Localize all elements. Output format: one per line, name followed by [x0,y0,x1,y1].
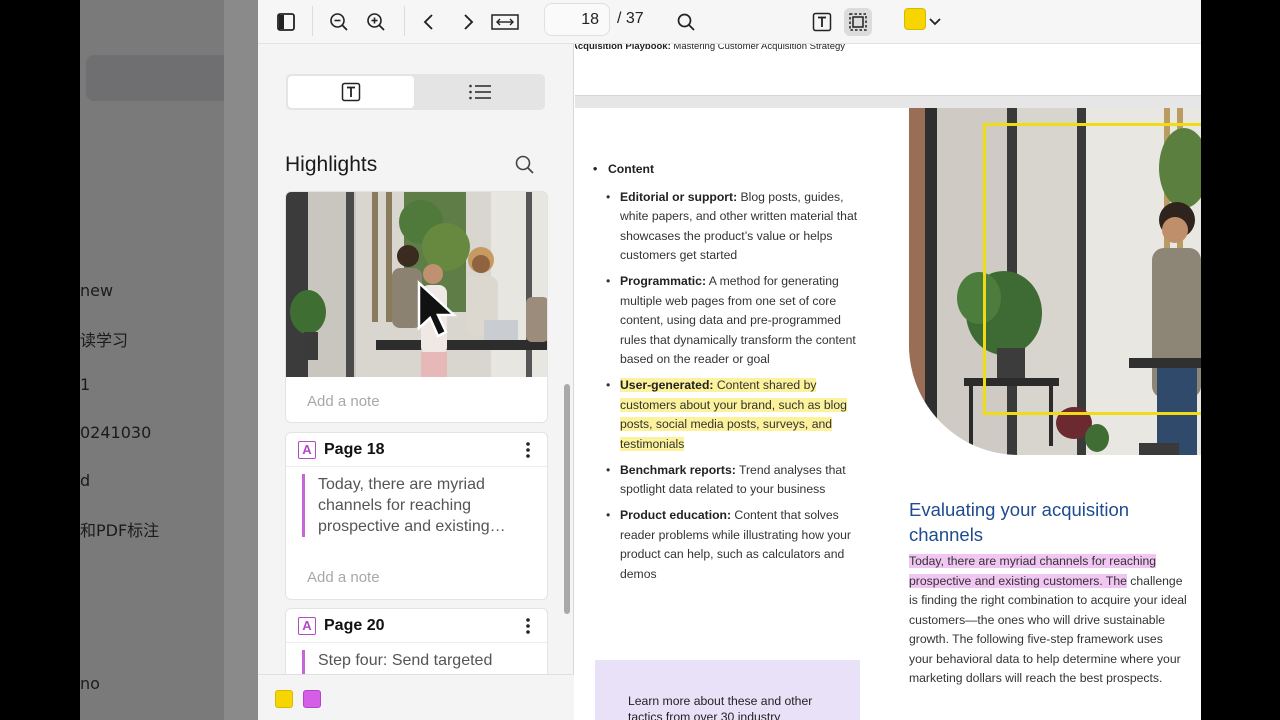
more-options-icon[interactable] [524,617,532,635]
callout-text: Learn more about these and other tactics… [628,694,813,720]
add-note-field[interactable]: Add a note [307,393,380,410]
fit-width-icon [491,14,519,30]
list-icon [468,84,491,100]
sidebar-item[interactable]: 1 [80,375,90,394]
section-title: Evaluating your acquisition channels [909,499,1130,545]
pdf-viewer-window: 18 / 37 Highlights Add a note A Page 18 … [258,0,1201,720]
panel-scrollbar[interactable] [564,384,570,614]
fit-width-button[interactable] [490,8,520,36]
sidebar-item[interactable]: d [80,471,90,490]
area-select-button[interactable] [844,8,872,36]
highlight-page-label: Page 18 [324,441,385,458]
area-highlight-frame[interactable] [983,123,1201,415]
section-body: Today, there are myriad channels for rea… [909,554,1187,685]
toolbar: 18 / 37 [258,0,1201,44]
panel-title: Highlights [285,153,378,176]
sidebar-item[interactable]: 读学习 [80,327,128,351]
zoom-out-button[interactable] [325,8,353,36]
next-page-button[interactable] [454,8,482,36]
toolbar-divider [312,6,313,36]
panel-search-button[interactable] [514,154,536,176]
purple-filter-swatch[interactable] [303,690,321,708]
purple-highlight[interactable]: Today, there are myriad channels for rea… [909,554,1157,588]
page-gap [575,96,1201,108]
more-options-icon[interactable] [524,441,532,459]
search-icon [677,13,695,31]
chevron-right-icon [464,14,474,30]
previous-page: Acquisition Playbook: Mastering Customer… [575,44,1201,96]
sidebar-item[interactable]: no [80,674,100,693]
background-app-sidebar: new 读学习 1 0241030 d 和PDF标注 no [80,0,258,720]
sidebar-icon [277,13,295,31]
sidebar-item[interactable]: 0241030 [80,423,151,442]
text-highlight-icon: A [298,441,316,459]
text-box-icon [341,82,361,102]
mouse-cursor-icon [417,280,458,338]
chevron-down-icon [929,18,941,26]
callout-box: Learn more about these and other tactics… [595,660,860,720]
sidebar-item[interactable]: 和PDF标注 [80,517,159,541]
zoom-out-icon [330,13,348,31]
background-window-edge [224,0,258,720]
highlight-card[interactable]: A Page 18 Today, there are myriad channe… [285,432,548,600]
content-column: Content Editorial or support: Blog posts… [593,160,863,584]
bullet-item: Product education: Content that solves r… [593,506,863,584]
bullet-item: Editorial or support: Blog posts, guides… [593,188,863,266]
tab-highlights[interactable] [288,76,414,108]
highlight-quote: Today, there are myriad channels for rea… [302,474,538,537]
sidebar-toggle-button[interactable] [272,8,300,36]
yellow-filter-swatch[interactable] [275,690,293,708]
page-number-input[interactable]: 18 [544,3,610,36]
panel-color-filter-bar [258,674,574,720]
bullet-heading: Content [593,160,863,180]
letterbox-right [1201,0,1280,720]
panel-view-switcher [286,74,545,110]
search-icon [515,155,534,174]
highlights-panel: Highlights Add a note A Page 18 Today, t… [258,44,574,720]
text-box-icon [812,12,832,32]
page-total-label: / 37 [617,10,644,27]
bullet-item: Programmatic: A method for generating mu… [593,272,863,370]
bullet-item-highlighted[interactable]: User-generated: Content shared by custom… [593,376,863,454]
color-dropdown-button[interactable] [925,8,945,36]
highlight-card-header: A Page 20 [286,609,547,643]
chevron-left-icon [423,14,433,30]
tab-outline[interactable] [416,76,543,108]
search-button[interactable] [672,8,700,36]
toolbar-divider [404,6,405,36]
add-note-field[interactable]: Add a note [307,569,380,586]
zoom-in-icon [367,13,385,31]
bullet-item: Benchmark reports: Trend analyses that s… [593,461,863,500]
document-canvas: Acquisition Playbook: Mastering Customer… [575,44,1201,720]
sidebar-item[interactable]: new [80,281,113,300]
highlight-page-label: Page 20 [324,617,385,634]
text-highlight-icon: A [298,617,316,635]
zoom-in-button[interactable] [362,8,390,36]
highlight-card-header: A Page 18 [286,433,547,467]
text-tool-button[interactable] [808,8,836,36]
area-select-icon [849,13,867,31]
previous-page-button[interactable] [415,8,443,36]
running-header: Acquisition Playbook: Mastering Customer… [575,44,846,52]
highlight-color-swatch[interactable] [904,8,926,30]
letterbox-left [0,0,80,720]
